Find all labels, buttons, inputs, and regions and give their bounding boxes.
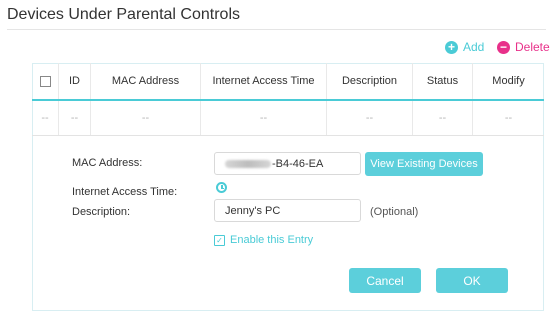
- delete-label: Delete: [515, 40, 550, 54]
- row-cell: --: [201, 101, 327, 135]
- row-cell: --: [32, 101, 59, 135]
- optional-hint: (Optional): [370, 206, 419, 218]
- checkmark-icon: ✓: [214, 234, 225, 246]
- masked-mac-prefix: [225, 159, 271, 168]
- add-label: Add: [463, 40, 485, 54]
- row-cell: --: [413, 101, 473, 135]
- mac-address-value: -B4-46-EA: [272, 157, 324, 170]
- section-title: Devices Under Parental Controls: [7, 6, 240, 23]
- header-status: Status: [413, 63, 473, 99]
- header-modify: Modify: [492, 75, 525, 87]
- ok-button[interactable]: OK: [436, 268, 508, 293]
- row-cell: --: [504, 112, 513, 124]
- table-header: ID MAC Address Internet Access Time Desc…: [32, 63, 544, 99]
- header-mac-address: MAC Address: [91, 63, 201, 99]
- header-description: Description: [327, 63, 413, 99]
- clock-icon[interactable]: [216, 182, 227, 193]
- minus-circle-icon: −: [497, 40, 510, 54]
- mac-address-field[interactable]: -B4-46-EA: [214, 152, 361, 175]
- row-cell: --: [91, 101, 201, 135]
- plus-circle-icon: +: [445, 40, 458, 54]
- view-existing-devices-button[interactable]: View Existing Devices: [365, 152, 483, 176]
- row-cell: --: [59, 101, 91, 135]
- select-all-cell: [32, 63, 59, 99]
- header-internet-access-time: Internet Access Time: [201, 63, 327, 99]
- delete-button[interactable]: − Delete: [497, 40, 550, 54]
- description-field[interactable]: Jenny's PC: [214, 199, 361, 222]
- row-cell: --: [327, 101, 413, 135]
- enable-entry-label: Enable this Entry: [230, 234, 314, 246]
- description-label: Description:: [72, 206, 131, 218]
- title-divider: [7, 29, 546, 30]
- select-all-checkbox[interactable]: [39, 75, 51, 87]
- header-id: ID: [59, 63, 91, 99]
- table-row: -- -- -- -- -- -- --: [32, 101, 544, 135]
- cancel-button[interactable]: Cancel: [349, 268, 421, 293]
- internet-access-time-label: Internet Access Time:: [72, 186, 178, 198]
- add-button[interactable]: + Add: [445, 40, 484, 54]
- enable-entry-checkbox[interactable]: ✓ Enable this Entry: [214, 234, 313, 246]
- mac-address-label: MAC Address:: [72, 157, 143, 169]
